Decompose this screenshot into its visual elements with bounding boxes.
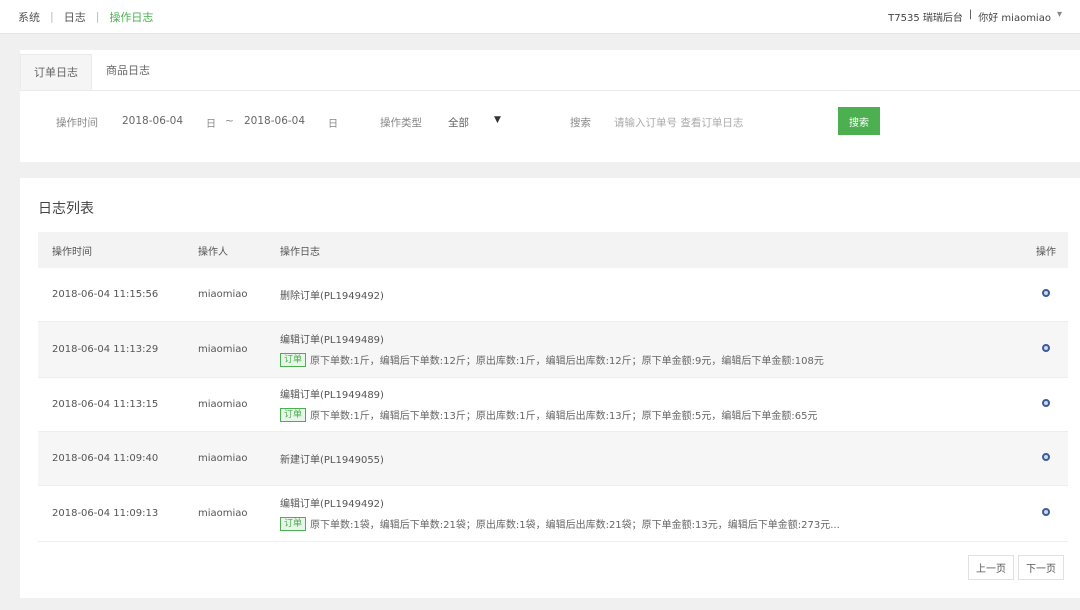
cell-log: 编辑订单(PL1949492): [280, 499, 384, 510]
chevron-down-icon[interactable]: ▼: [494, 115, 501, 125]
list-title: 日志列表: [38, 201, 94, 217]
cell-time: 2018-06-04 11:09:40: [38, 431, 198, 486]
search-button[interactable]: 搜索: [838, 107, 880, 135]
cell-operator: miaomiao: [198, 377, 280, 432]
column-action: 操作: [1024, 232, 1068, 268]
start-date-input[interactable]: 2018-06-04: [122, 115, 183, 127]
view-icon[interactable]: [1042, 398, 1050, 407]
cell-detail: 原下单数:1斤，编辑后下单数:12斤；原出库数:1斤，编辑后出库数:12斤；原下…: [310, 356, 824, 367]
order-tag: 订单: [280, 352, 307, 367]
cell-operator: miaomiao: [198, 431, 280, 486]
filter-card: 订单日志 商品日志 操作时间 2018-06-04 日 ~ 2018-06-04…: [20, 50, 1080, 162]
tab-order-log[interactable]: 订单日志: [20, 54, 92, 90]
end-date-input[interactable]: 2018-06-04: [244, 115, 305, 127]
cell-detail: 原下单数:1斤，编辑后下单数:13斤；原出库数:1斤，编辑后出库数:13斤；原下…: [310, 411, 818, 422]
log-list-card: 日志列表 操作时间 操作人 操作日志 操作 2018-06-04 11:15:5…: [20, 178, 1080, 598]
type-label: 操作类型: [380, 117, 422, 129]
breadcrumb-log[interactable]: 日志: [64, 9, 86, 25]
top-bar: 系统 | 日志 | 操作日志 T7535 瑞瑞后台 | 你好 miaomiao …: [0, 0, 1080, 34]
time-label: 操作时间: [56, 117, 98, 129]
greeting: 你好 miaomiao: [978, 13, 1051, 24]
column-time: 操作时间: [38, 232, 198, 268]
prev-page-button[interactable]: 上一页: [968, 555, 1014, 580]
cell-time: 2018-06-04 11:13:15: [38, 377, 198, 432]
column-log: 操作日志: [280, 232, 1024, 268]
table-row: 2018-06-04 11:13:29 miaomiao 编辑订单(PL1949…: [38, 321, 1068, 378]
cell-operator: miaomiao: [198, 321, 280, 378]
tab-product-log[interactable]: 商品日志: [92, 50, 164, 90]
type-select[interactable]: 全部: [448, 115, 469, 130]
cell-log: 删除订单(PL1949492): [280, 268, 1024, 322]
breadcrumb-separator: |: [50, 10, 54, 23]
keyword-input[interactable]: 请输入订单号 查看订单日志: [614, 115, 743, 130]
table-row: 2018-06-04 11:09:13 miaomiao 编辑订单(PL1949…: [38, 485, 1068, 542]
cell-time: 2018-06-04 11:15:56: [38, 268, 198, 322]
view-icon[interactable]: [1042, 507, 1050, 516]
divider: |: [968, 9, 973, 20]
log-tabs: 订单日志 商品日志: [20, 50, 1080, 91]
table-row: 2018-06-04 11:09:40 miaomiao 新建订单(PL1949…: [38, 431, 1068, 486]
cell-log: 编辑订单(PL1949489): [280, 335, 384, 346]
date-separator: ~: [225, 115, 234, 127]
order-tag: 订单: [280, 516, 307, 531]
user-info[interactable]: T7535 瑞瑞后台 | 你好 miaomiao ▾: [888, 9, 1062, 24]
column-operator: 操作人: [198, 232, 280, 268]
log-table: 操作时间 操作人 操作日志 操作 2018-06-04 11:15:56 mia…: [38, 232, 1068, 542]
breadcrumb: 系统 | 日志 | 操作日志: [18, 9, 153, 25]
pagination: 上一页 下一页: [968, 555, 1064, 580]
order-tag: 订单: [280, 407, 307, 422]
cell-operator: miaomiao: [198, 485, 280, 542]
cell-log: 编辑订单(PL1949489): [280, 390, 384, 401]
cell-time: 2018-06-04 11:13:29: [38, 321, 198, 378]
cell-time: 2018-06-04 11:09:13: [38, 485, 198, 542]
table-row: 2018-06-04 11:15:56 miaomiao 删除订单(PL1949…: [38, 268, 1068, 322]
keyword-label: 搜索: [570, 117, 591, 129]
cell-log: 新建订单(PL1949055): [280, 431, 1024, 486]
cell-operator: miaomiao: [198, 268, 280, 322]
view-icon[interactable]: [1042, 288, 1050, 297]
user-dropdown-icon[interactable]: ▾: [1057, 9, 1062, 24]
next-page-button[interactable]: 下一页: [1018, 555, 1064, 580]
store-name: T7535 瑞瑞后台: [888, 13, 963, 24]
breadcrumb-operation-log: 操作日志: [109, 10, 154, 24]
breadcrumb-separator: |: [95, 10, 100, 23]
calendar-icon[interactable]: 日: [328, 115, 338, 130]
filter-row: 操作时间 2018-06-04 日 ~ 2018-06-04 日 操作类型 全部…: [20, 91, 1080, 163]
view-icon[interactable]: [1042, 452, 1050, 461]
view-icon[interactable]: [1042, 343, 1050, 352]
table-header: 操作时间 操作人 操作日志 操作: [38, 232, 1068, 268]
cell-detail: 原下单数:1袋，编辑后下单数:21袋；原出库数:1袋，编辑后出库数:21袋；原下…: [310, 520, 840, 531]
calendar-icon[interactable]: 日: [206, 115, 216, 130]
table-row: 2018-06-04 11:13:15 miaomiao 编辑订单(PL1949…: [38, 377, 1068, 432]
breadcrumb-system[interactable]: 系统: [18, 9, 40, 25]
